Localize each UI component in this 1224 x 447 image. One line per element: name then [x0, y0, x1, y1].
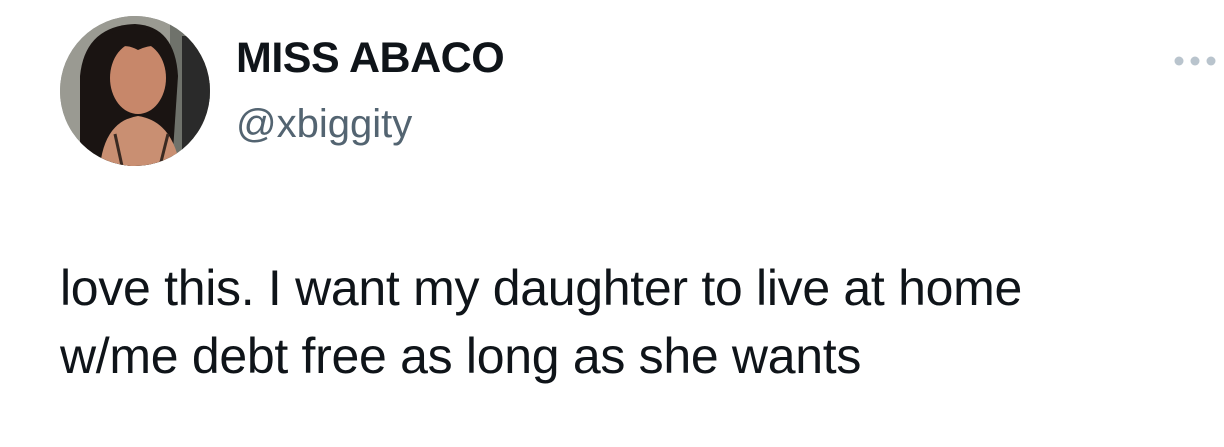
avatar[interactable] [60, 16, 210, 166]
tweet-card: MISS ABACO @xbiggity love this. I want m… [0, 0, 1224, 447]
author-display-name[interactable]: MISS ABACO [236, 34, 505, 83]
more-horizontal-icon [1174, 56, 1216, 66]
author-handle[interactable]: @xbiggity [236, 102, 412, 147]
tweet-text: love this. I want my daughter to live at… [60, 260, 1022, 384]
profile-photo-icon [60, 16, 210, 166]
more-options-button[interactable] [1170, 50, 1220, 72]
